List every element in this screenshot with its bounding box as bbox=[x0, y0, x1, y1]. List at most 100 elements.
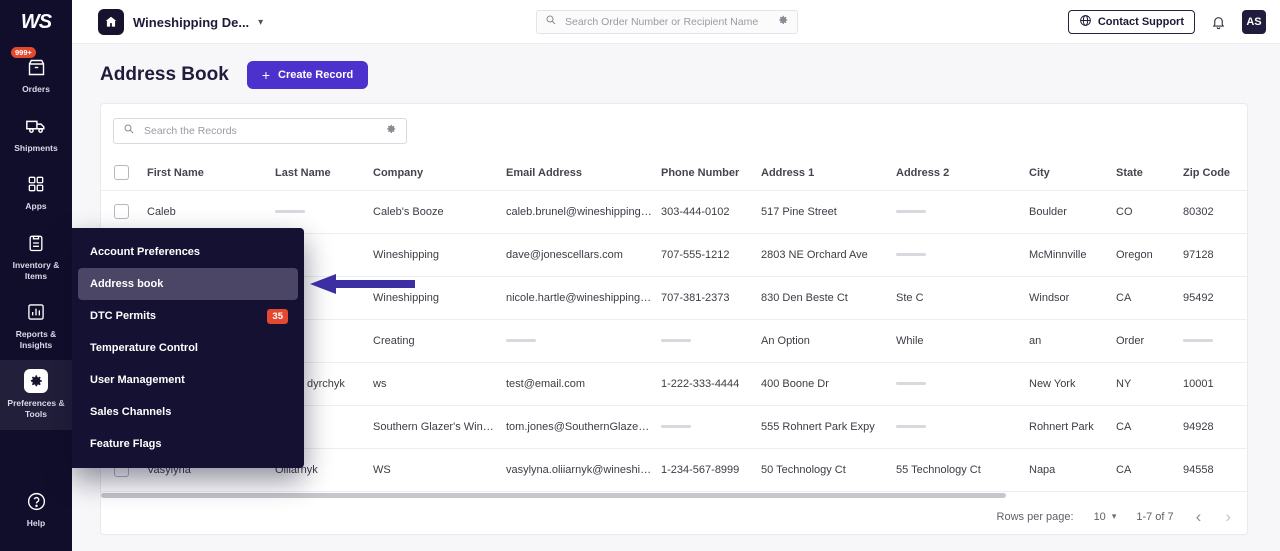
sidebar-item-reports[interactable]: Reports & Insights bbox=[0, 291, 72, 360]
chevron-down-icon: ▾ bbox=[258, 17, 263, 28]
table-cell: 97128 bbox=[1183, 233, 1249, 276]
brand-logo: WS bbox=[21, 11, 51, 34]
sidebar-item-shipments[interactable]: Shipments bbox=[0, 105, 72, 164]
table-cell: caleb.brunel@wineshipping.com bbox=[506, 190, 661, 233]
table-cell: vasylyna.oliiarnyk@wineshipping... bbox=[506, 448, 661, 491]
table-cell: McMinnville bbox=[1029, 233, 1116, 276]
previous-page-button[interactable]: ‹ bbox=[1194, 508, 1204, 525]
rows-per-page-select[interactable]: 10 ▾ bbox=[1094, 511, 1117, 523]
table-cell: 1-234-567-8999 bbox=[661, 448, 761, 491]
page-title: Address Book bbox=[100, 64, 229, 86]
table-cell: 400 Boone Dr bbox=[761, 362, 896, 405]
menu-item-label: Temperature Control bbox=[90, 342, 198, 354]
plus-icon: + bbox=[262, 68, 270, 82]
empty-value-dash bbox=[275, 210, 305, 213]
menu-item-label: DTC Permits bbox=[90, 310, 156, 322]
menu-item-label: Address book bbox=[90, 278, 163, 290]
table-cell: 80302 bbox=[1183, 190, 1249, 233]
table-row[interactable]: CalebCaleb's Boozecaleb.brunel@wineshipp… bbox=[101, 190, 1249, 233]
sidebar-item-label: Inventory & Items bbox=[2, 260, 70, 281]
bar-chart-icon bbox=[24, 300, 48, 324]
column-header: Zip Code bbox=[1183, 156, 1249, 190]
select-all-checkbox[interactable] bbox=[114, 165, 129, 180]
records-search-row bbox=[101, 104, 1247, 156]
table-cell: CA bbox=[1116, 405, 1183, 448]
table-cell: 55 Technology Ct bbox=[896, 448, 1029, 491]
app-root: WS 999+ Orders Shipments Apps bbox=[0, 0, 1280, 551]
org-name: Wineshipping De... bbox=[133, 15, 249, 30]
table-cell: Order bbox=[1116, 319, 1183, 362]
global-search-input[interactable] bbox=[563, 15, 771, 29]
table-cell: Oregon bbox=[1116, 233, 1183, 276]
page-range-label: 1-7 of 7 bbox=[1136, 511, 1173, 523]
table-cell: 94928 bbox=[1183, 405, 1249, 448]
menu-item-dtc-permits[interactable]: DTC Permits 35 bbox=[78, 300, 298, 332]
sidebar-item-label: Help bbox=[27, 518, 45, 529]
filter-gear-icon[interactable] bbox=[385, 122, 397, 140]
table-cell bbox=[661, 405, 761, 448]
sidebar: WS 999+ Orders Shipments Apps bbox=[0, 0, 72, 551]
menu-item-user-management[interactable]: User Management bbox=[78, 364, 298, 396]
table-cell bbox=[896, 405, 1029, 448]
search-icon bbox=[545, 13, 557, 31]
table-cell: Ste C bbox=[896, 276, 1029, 319]
table-cell: Windsor bbox=[1029, 276, 1116, 319]
table-cell: tom.jones@SouthernGlazes.com bbox=[506, 405, 661, 448]
contact-support-button[interactable]: Contact Support bbox=[1068, 10, 1195, 34]
sidebar-item-label: Apps bbox=[25, 201, 46, 212]
search-settings-gear-icon[interactable] bbox=[777, 13, 789, 31]
next-page-button[interactable]: › bbox=[1223, 508, 1233, 525]
table-cell: 830 Den Beste Ct bbox=[761, 276, 896, 319]
menu-item-address-book[interactable]: Address book bbox=[78, 268, 298, 300]
sidebar-item-help[interactable]: Help bbox=[0, 480, 72, 539]
menu-item-account-preferences[interactable]: Account Preferences bbox=[78, 236, 298, 268]
table-cell: Boulder bbox=[1029, 190, 1116, 233]
table-cell: test@email.com bbox=[506, 362, 661, 405]
sidebar-item-label: Preferences & Tools bbox=[2, 398, 70, 419]
table-cell: nicole.hartle@wineshipping.com bbox=[506, 276, 661, 319]
column-header: City bbox=[1029, 156, 1116, 190]
table-cell: an bbox=[1029, 319, 1116, 362]
empty-value-dash bbox=[506, 339, 536, 342]
menu-item-sales-channels[interactable]: Sales Channels bbox=[78, 396, 298, 428]
column-header: Last Name bbox=[275, 156, 373, 190]
table-cell bbox=[1183, 319, 1249, 362]
sidebar-item-inventory[interactable]: Inventory & Items bbox=[0, 222, 72, 291]
contact-support-label: Contact Support bbox=[1098, 16, 1184, 28]
dtc-permits-badge: 35 bbox=[267, 309, 288, 324]
table-cell: dave@jonescellars.com bbox=[506, 233, 661, 276]
table-cell: Creating bbox=[373, 319, 506, 362]
table-cell: 303-444-0102 bbox=[661, 190, 761, 233]
help-circle-icon bbox=[24, 489, 48, 513]
search-icon bbox=[123, 122, 135, 140]
user-avatar[interactable]: AS bbox=[1242, 10, 1266, 34]
records-search-input[interactable] bbox=[142, 124, 378, 138]
column-header: State bbox=[1116, 156, 1183, 190]
table-cell bbox=[275, 190, 373, 233]
empty-value-dash bbox=[896, 253, 926, 256]
menu-item-temperature-control[interactable]: Temperature Control bbox=[78, 332, 298, 364]
table-cell bbox=[896, 362, 1029, 405]
caret-down-icon: ▾ bbox=[1112, 511, 1117, 522]
annotation-arrow-icon bbox=[310, 273, 415, 300]
sidebar-item-apps[interactable]: Apps bbox=[0, 163, 72, 222]
org-selector[interactable]: Wineshipping De... ▾ bbox=[98, 0, 263, 44]
column-header: Address 1 bbox=[761, 156, 896, 190]
notifications-bell-icon[interactable] bbox=[1211, 14, 1226, 30]
sidebar-item-label: Orders bbox=[22, 84, 50, 95]
table-cell: 707-381-2373 bbox=[661, 276, 761, 319]
table-cell: While bbox=[896, 319, 1029, 362]
create-record-label: Create Record bbox=[278, 69, 353, 81]
menu-item-feature-flags[interactable]: Feature Flags bbox=[78, 428, 298, 460]
table-cell: New York bbox=[1029, 362, 1116, 405]
row-checkbox[interactable] bbox=[114, 204, 129, 219]
column-header: Phone Number bbox=[661, 156, 761, 190]
create-record-button[interactable]: + Create Record bbox=[247, 61, 368, 89]
sidebar-item-orders[interactable]: 999+ Orders bbox=[0, 46, 72, 105]
empty-value-dash bbox=[661, 339, 691, 342]
scrollbar-thumb[interactable] bbox=[101, 493, 1006, 498]
clipboard-icon bbox=[24, 231, 48, 255]
table-cell: NY bbox=[1116, 362, 1183, 405]
sidebar-item-preferences-tools[interactable]: Preferences & Tools bbox=[0, 360, 72, 429]
table-cell: 10001 bbox=[1183, 362, 1249, 405]
